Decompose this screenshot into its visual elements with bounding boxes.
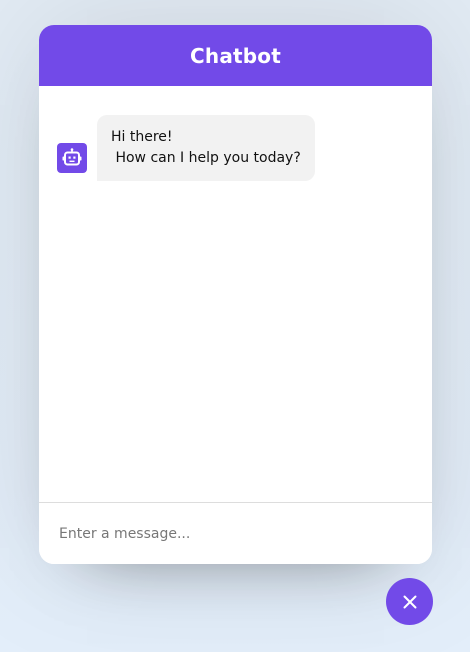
message-composer: [39, 502, 432, 564]
message-list: Hi there! How can I help you today?: [39, 86, 432, 502]
message-input[interactable]: [59, 522, 412, 545]
message-bubble: Hi there! How can I help you today?: [97, 115, 315, 181]
chatbot-window: Chatbot Hi there! How can I help you tod…: [39, 25, 432, 564]
close-chat-button[interactable]: [386, 578, 433, 625]
robot-icon: [57, 143, 87, 173]
close-icon: [402, 594, 418, 610]
chat-header: Chatbot: [39, 25, 432, 86]
chat-title: Chatbot: [190, 43, 281, 68]
incoming-message: Hi there! How can I help you today?: [57, 115, 414, 181]
